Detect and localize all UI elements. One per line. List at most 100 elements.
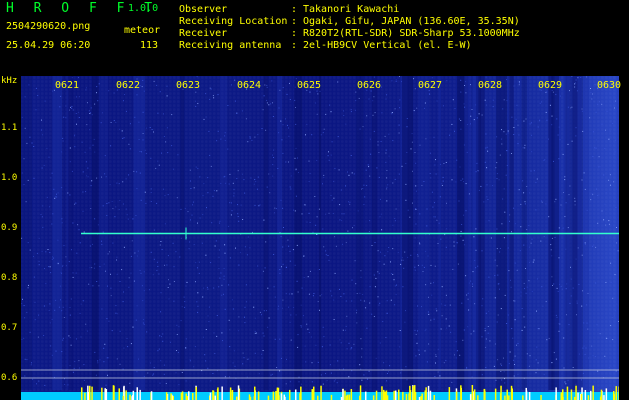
noise-speck bbox=[203, 336, 204, 338]
noise-speck bbox=[198, 261, 200, 263]
noise-speck bbox=[103, 361, 105, 363]
noise-speck bbox=[466, 294, 468, 296]
noise-speck bbox=[115, 206, 117, 208]
activity-bar bbox=[136, 387, 138, 400]
noise-speck bbox=[380, 213, 382, 215]
noise-speck bbox=[72, 272, 74, 274]
noise-speck bbox=[99, 359, 101, 361]
noise-speck bbox=[546, 91, 548, 93]
noise-speck bbox=[570, 266, 571, 268]
noise-speck bbox=[297, 157, 298, 159]
noise-speck bbox=[486, 196, 488, 198]
noise-speck bbox=[104, 173, 106, 175]
noise-speck bbox=[369, 286, 371, 288]
noise-speck bbox=[616, 303, 618, 305]
noise-speck bbox=[268, 173, 270, 175]
noise-speck bbox=[522, 180, 524, 182]
noise-speck bbox=[259, 204, 261, 206]
noise-speck bbox=[601, 210, 603, 212]
noise-speck bbox=[410, 148, 412, 150]
noise-speck bbox=[119, 330, 121, 332]
noise-speck bbox=[497, 274, 499, 276]
noise-speck bbox=[113, 92, 115, 94]
noise-speck bbox=[425, 284, 427, 286]
noise-speck bbox=[51, 258, 53, 260]
noise-speck bbox=[283, 227, 284, 228]
noise-speck bbox=[325, 213, 327, 215]
noise-speck bbox=[513, 85, 515, 87]
noise-speck bbox=[279, 89, 281, 91]
noise-speck bbox=[328, 151, 329, 153]
noise-speck bbox=[363, 204, 365, 205]
noise-speck bbox=[195, 100, 197, 102]
noise-speck bbox=[481, 336, 483, 338]
noise-speck bbox=[539, 102, 541, 104]
noise-speck bbox=[497, 314, 499, 316]
noise-speck bbox=[390, 299, 392, 301]
noise-speck bbox=[275, 208, 277, 210]
noise-speck bbox=[151, 129, 153, 130]
noise-speck bbox=[62, 137, 64, 139]
noise-speck bbox=[428, 343, 430, 345]
y-axis-unit: kHz bbox=[1, 76, 18, 86]
noise-speck bbox=[237, 216, 239, 217]
noise-speck bbox=[227, 105, 229, 106]
noise-speck bbox=[564, 216, 566, 218]
noise-speck bbox=[584, 242, 586, 244]
noise-speck bbox=[282, 299, 284, 301]
noise-speck bbox=[80, 336, 82, 338]
noise-speck bbox=[300, 383, 302, 385]
noise-speck bbox=[157, 266, 159, 267]
noise-speck bbox=[89, 112, 91, 114]
activity-bar bbox=[289, 389, 291, 400]
noise-band bbox=[21, 76, 33, 390]
noise-speck bbox=[163, 188, 165, 190]
noise-speck bbox=[38, 264, 40, 266]
noise-speck bbox=[546, 119, 548, 121]
activity-bar bbox=[236, 396, 238, 400]
noise-speck bbox=[377, 144, 379, 146]
noise-speck bbox=[379, 198, 381, 200]
noise-speck bbox=[598, 166, 600, 168]
noise-speck bbox=[293, 209, 294, 211]
noise-speck bbox=[441, 185, 443, 186]
noise-speck bbox=[199, 217, 201, 219]
noise-speck bbox=[581, 110, 583, 112]
noise-speck bbox=[212, 195, 214, 197]
noise-speck bbox=[143, 376, 145, 378]
noise-speck bbox=[563, 192, 564, 193]
activity-bar bbox=[365, 391, 367, 400]
noise-speck bbox=[298, 381, 300, 383]
noise-speck bbox=[309, 91, 311, 93]
noise-speck bbox=[429, 152, 431, 154]
noise-speck bbox=[576, 302, 578, 304]
noise-speck bbox=[57, 239, 59, 241]
noise-speck bbox=[439, 375, 441, 377]
noise-speck bbox=[364, 196, 366, 198]
noise-speck bbox=[449, 304, 451, 306]
noise-speck bbox=[56, 196, 58, 198]
noise-speck bbox=[70, 298, 72, 300]
noise-speck bbox=[356, 322, 358, 324]
noise-speck bbox=[437, 371, 439, 373]
noise-speck bbox=[288, 127, 290, 129]
noise-speck bbox=[247, 141, 249, 143]
noise-speck bbox=[111, 330, 113, 332]
noise-speck bbox=[116, 259, 117, 261]
noise-speck bbox=[359, 128, 361, 130]
noise-speck bbox=[605, 282, 607, 283]
noise-speck bbox=[530, 170, 532, 172]
noise-speck bbox=[197, 305, 199, 307]
noise-speck bbox=[274, 207, 276, 209]
activity-bar bbox=[180, 392, 183, 400]
noise-speck bbox=[228, 225, 229, 227]
noise-speck bbox=[362, 188, 364, 189]
noise-speck bbox=[465, 183, 467, 185]
noise-speck bbox=[231, 84, 232, 86]
info-row-antenna: Receiving antenna : 2el-HB9CV Vertical (… bbox=[179, 40, 520, 52]
noise-speck bbox=[222, 340, 223, 342]
activity-bar bbox=[105, 389, 108, 400]
activity-bar bbox=[555, 387, 557, 400]
noise-speck bbox=[452, 99, 454, 101]
noise-speck bbox=[272, 175, 274, 177]
